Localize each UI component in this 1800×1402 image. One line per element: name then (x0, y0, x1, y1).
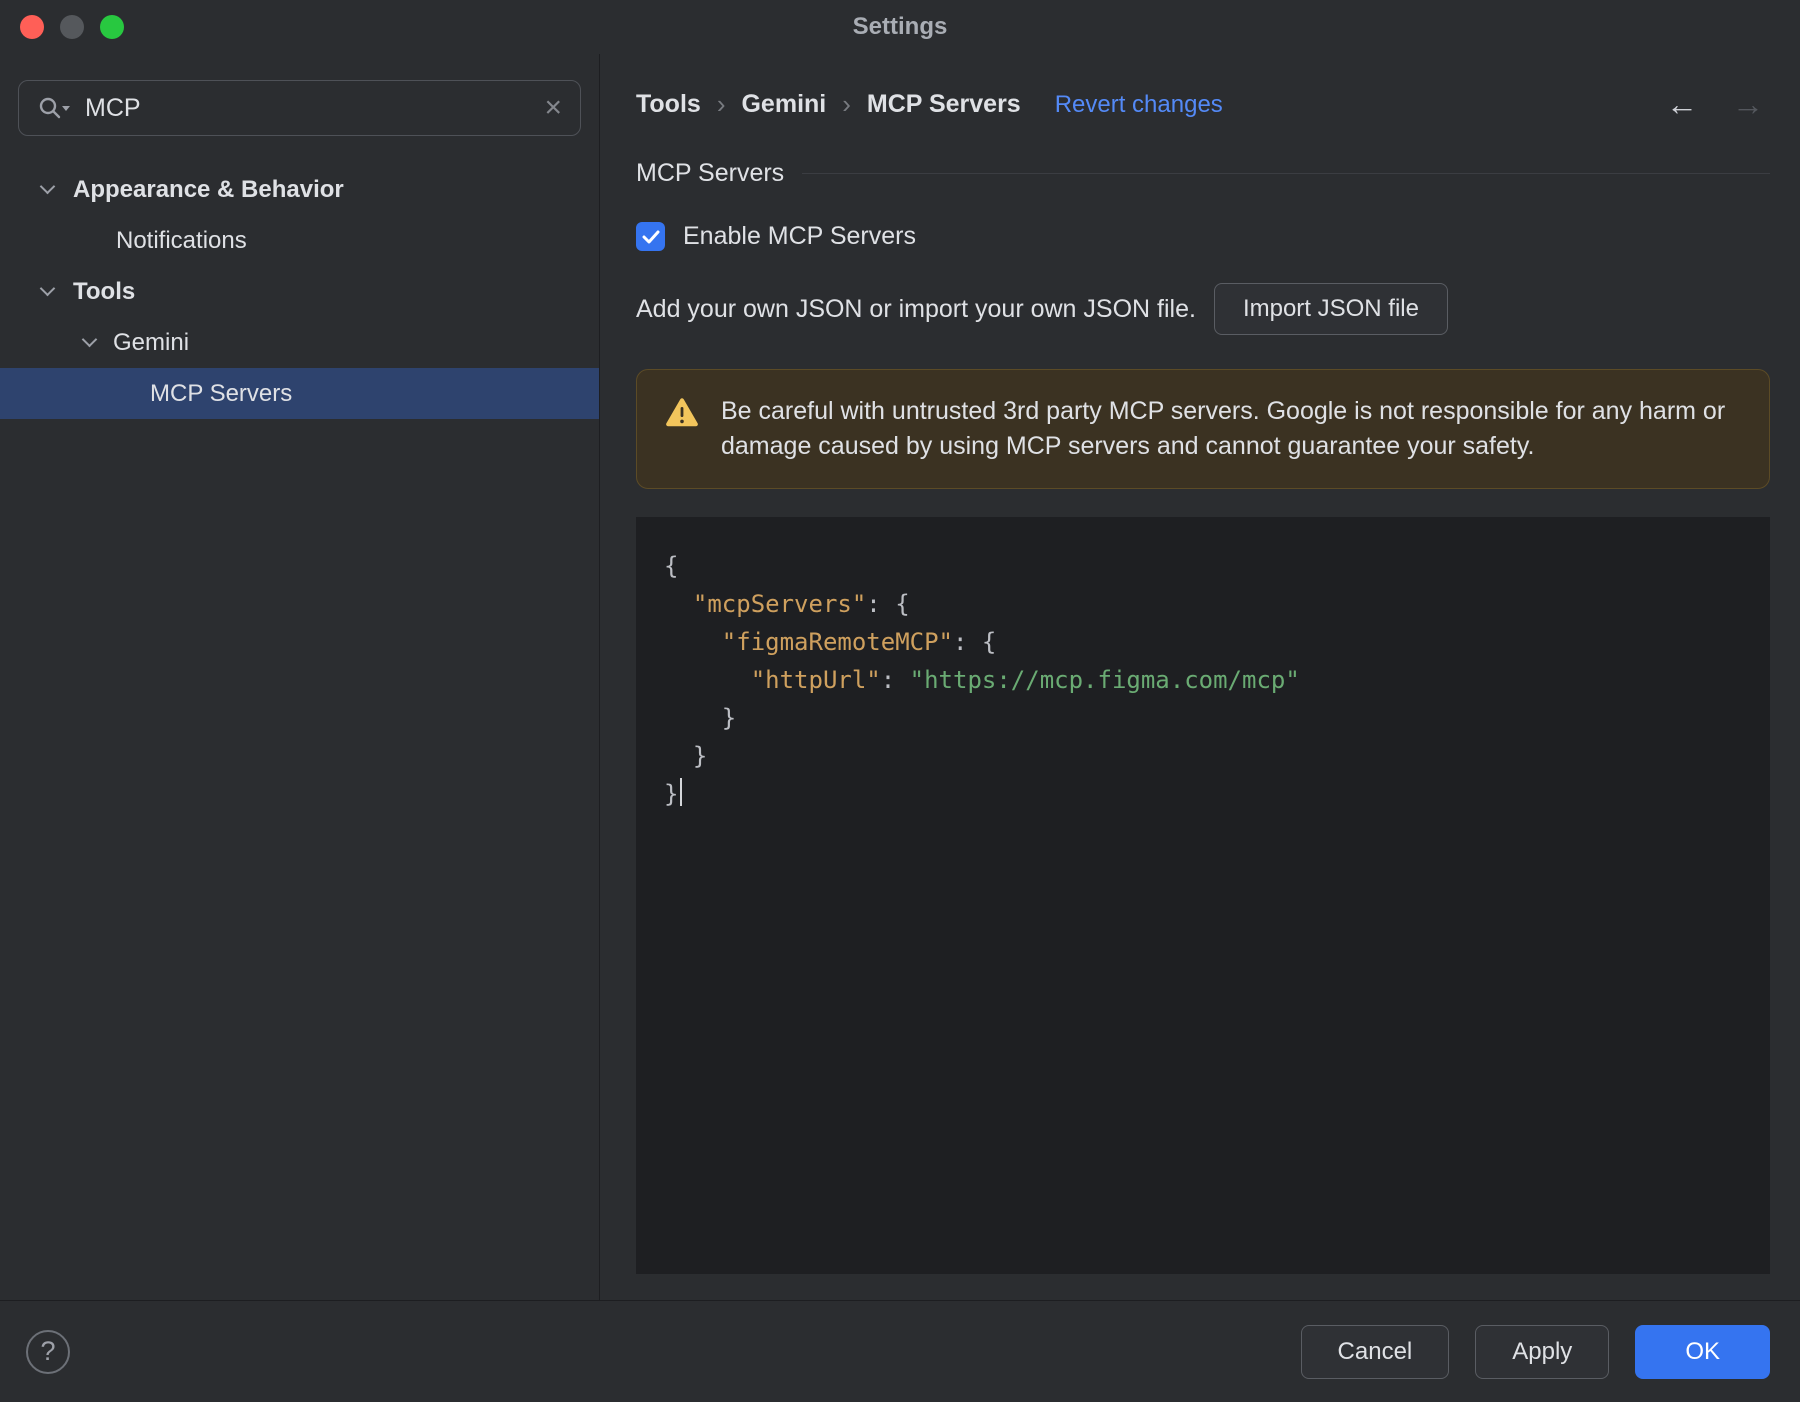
revert-changes-link[interactable]: Revert changes (1055, 91, 1223, 119)
window-title: Settings (852, 13, 948, 40)
enable-mcp-checkbox[interactable] (636, 222, 665, 251)
main-area: × Appearance & Behavior Notifications To… (0, 54, 1800, 1300)
breadcrumb-separator: › (842, 89, 851, 119)
warning-text: Be careful with untrusted 3rd party MCP … (721, 397, 1726, 460)
section-header: MCP Servers (636, 159, 1770, 188)
chevron-down-icon[interactable] (81, 331, 98, 347)
code-line: "httpUrl": "https://mcp.figma.com/mcp" (750, 666, 1300, 694)
clear-search-icon[interactable]: × (544, 93, 562, 123)
code-line: } (664, 775, 1742, 813)
warning-icon (665, 397, 699, 433)
breadcrumb-tools[interactable]: Tools (636, 90, 701, 119)
dialog-footer: ? Cancel Apply OK (0, 1300, 1800, 1402)
titlebar: Settings (0, 0, 1800, 54)
zoom-button[interactable] (100, 15, 124, 39)
help-button[interactable]: ? (26, 1329, 70, 1374)
section-divider (802, 173, 1770, 174)
editor-caret (680, 778, 683, 806)
chevron-down-icon[interactable] (39, 178, 56, 194)
tree-item-appearance-behavior[interactable]: Appearance & Behavior (0, 164, 599, 215)
breadcrumb-row: Tools › Gemini › MCP Servers Revert chan… (636, 86, 1770, 123)
code-line: } (664, 704, 737, 732)
tree-item-label: Gemini (113, 328, 190, 356)
footer-buttons: Cancel Apply OK (1300, 1324, 1770, 1379)
tree-item-mcp-servers[interactable]: MCP Servers (0, 368, 599, 419)
code-line: } (664, 742, 708, 770)
code-editor-lines: { "mcpServers": { "figmaRemoteMCP": { "h… (664, 547, 1742, 813)
import-row: Add your own JSON or import your own JSO… (636, 283, 1770, 335)
search-icon[interactable] (37, 95, 71, 121)
minimize-button[interactable] (60, 15, 84, 39)
import-json-text: Add your own JSON or import your own JSO… (636, 294, 1196, 323)
import-json-button[interactable]: Import JSON file (1213, 283, 1448, 335)
history-nav: ← → (1666, 86, 1770, 123)
code-line: "mcpServers": { (692, 590, 910, 618)
apply-button[interactable]: Apply (1475, 1324, 1610, 1379)
breadcrumb-separator: › (716, 89, 726, 119)
tree-item-label: Notifications (116, 226, 247, 254)
settings-content: Tools › Gemini › MCP Servers Revert chan… (600, 54, 1800, 1300)
settings-window: Settings × (0, 0, 1800, 1402)
breadcrumb-gemini[interactable]: Gemini (741, 90, 826, 119)
window-controls (20, 15, 124, 39)
breadcrumb: Tools › Gemini › MCP Servers Revert chan… (636, 89, 1223, 120)
tree-item-label: MCP Servers (150, 379, 293, 407)
search-wrap: × (0, 54, 599, 152)
tree-item-notifications[interactable]: Notifications (0, 215, 599, 266)
code-editor[interactable]: { "mcpServers": { "figmaRemoteMCP": { "h… (636, 517, 1770, 1274)
code-line: { (664, 552, 679, 580)
code-line: "figmaRemoteMCP": { (721, 628, 997, 656)
tree-item-tools[interactable]: Tools (0, 266, 599, 317)
chevron-down-icon[interactable] (39, 280, 56, 296)
forward-arrow-icon[interactable]: → (1732, 86, 1764, 123)
settings-tree: Appearance & Behavior Notifications Tool… (0, 152, 599, 419)
tree-item-gemini[interactable]: Gemini (0, 317, 599, 368)
cancel-button[interactable]: Cancel (1300, 1324, 1450, 1379)
tree-item-label: Tools (73, 277, 136, 305)
warning-banner: Be careful with untrusted 3rd party MCP … (636, 369, 1770, 489)
enable-mcp-row: Enable MCP Servers (636, 222, 1770, 251)
back-arrow-icon[interactable]: ← (1666, 86, 1698, 123)
enable-mcp-label: Enable MCP Servers (683, 222, 916, 250)
close-button[interactable] (20, 15, 44, 39)
breadcrumb-mcp-servers[interactable]: MCP Servers (867, 90, 1021, 119)
section-title: MCP Servers (636, 159, 785, 187)
ok-button[interactable]: OK (1635, 1324, 1770, 1379)
tree-item-label: Appearance & Behavior (73, 175, 344, 203)
search-field[interactable]: × (18, 80, 581, 136)
settings-sidebar: × Appearance & Behavior Notifications To… (0, 54, 600, 1300)
search-input[interactable] (85, 93, 531, 123)
